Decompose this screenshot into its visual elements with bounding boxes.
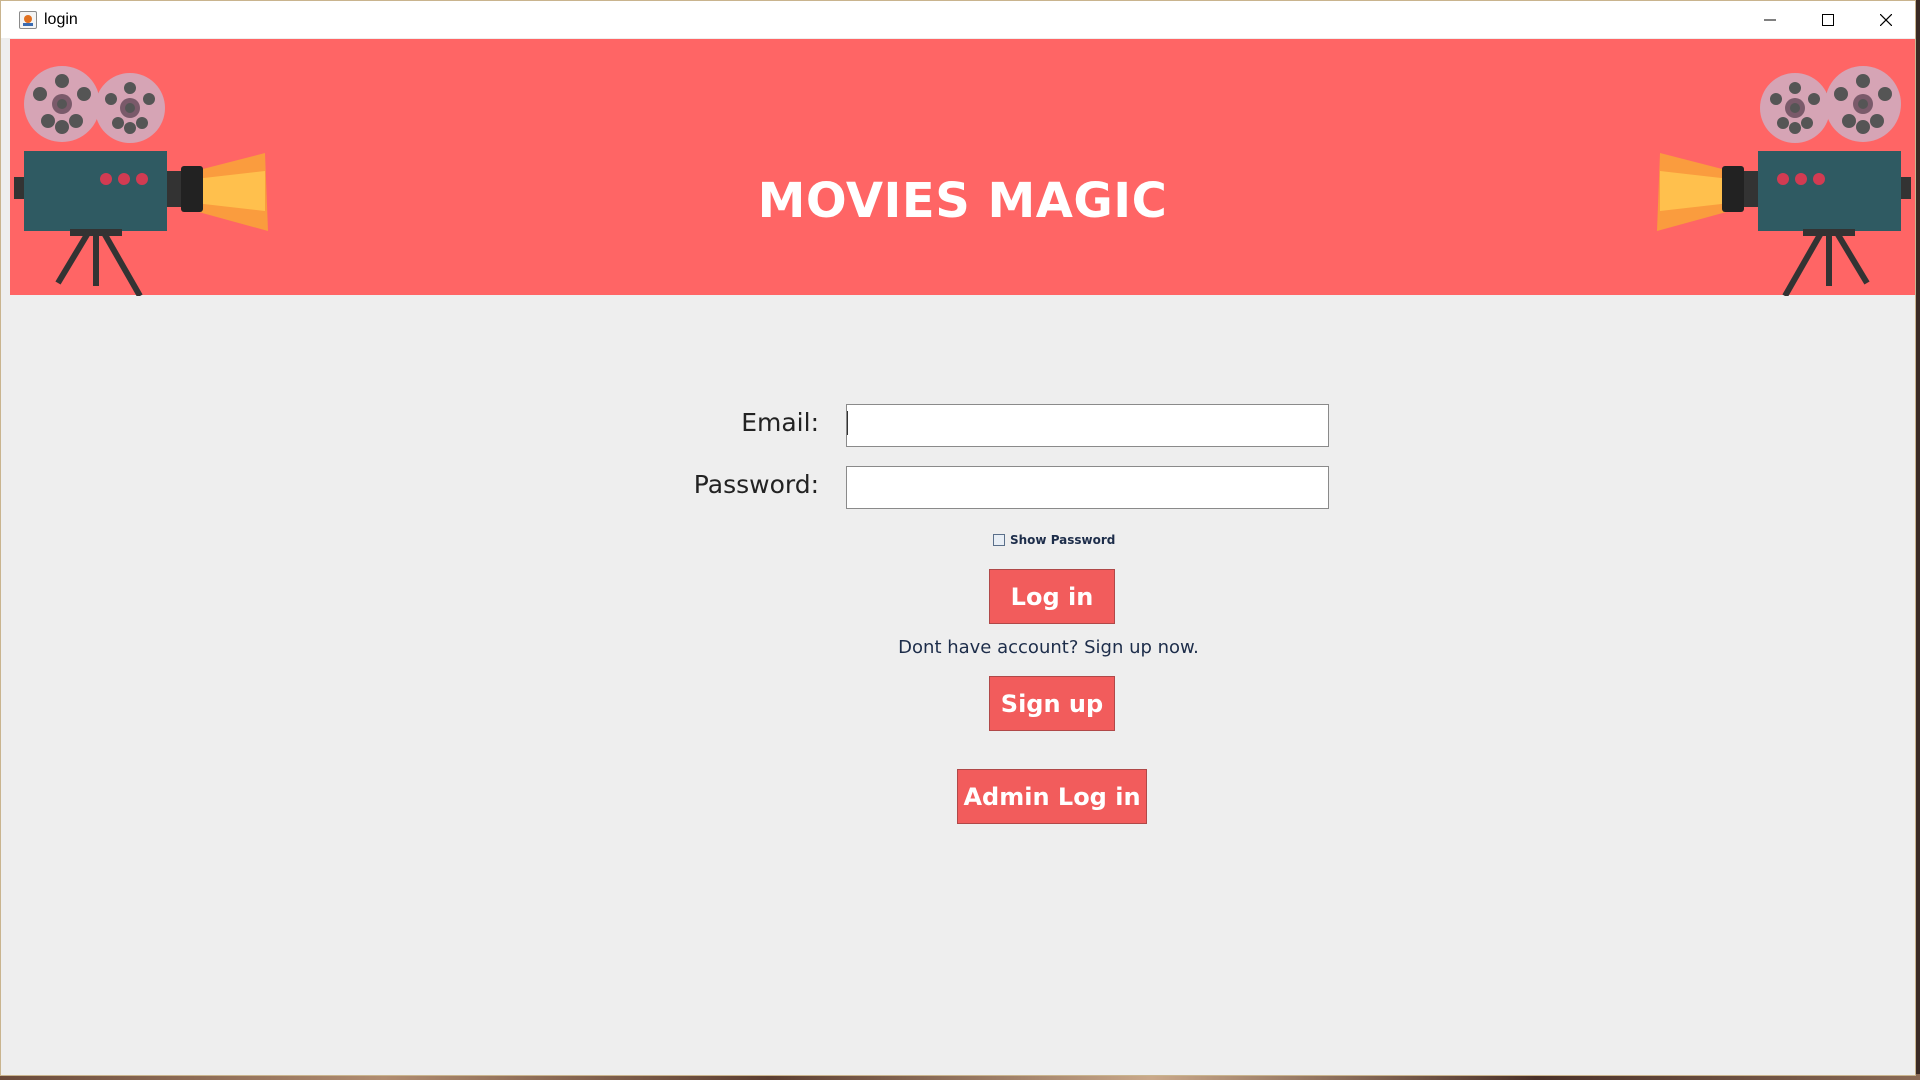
show-password-toggle[interactable]: Show Password: [993, 533, 1115, 547]
login-button[interactable]: Log in: [989, 569, 1115, 624]
password-field[interactable]: [846, 466, 1329, 509]
password-label: Password:: [693, 470, 819, 499]
signup-button[interactable]: Sign up: [989, 676, 1115, 731]
show-password-checkbox[interactable]: [993, 534, 1005, 546]
login-window: login MOVIES MAGIC Email: Password: Show…: [0, 0, 1916, 1076]
signup-prompt: Dont have account? Sign up now.: [898, 637, 1199, 658]
admin-login-button[interactable]: Admin Log in: [957, 769, 1147, 824]
email-label: Email:: [741, 408, 819, 437]
show-password-label: Show Password: [1010, 533, 1116, 547]
email-field[interactable]: [846, 404, 1329, 447]
text-caret: [847, 411, 848, 435]
login-form: Email: Password: Show Password Log in Do…: [1, 1, 1915, 1075]
